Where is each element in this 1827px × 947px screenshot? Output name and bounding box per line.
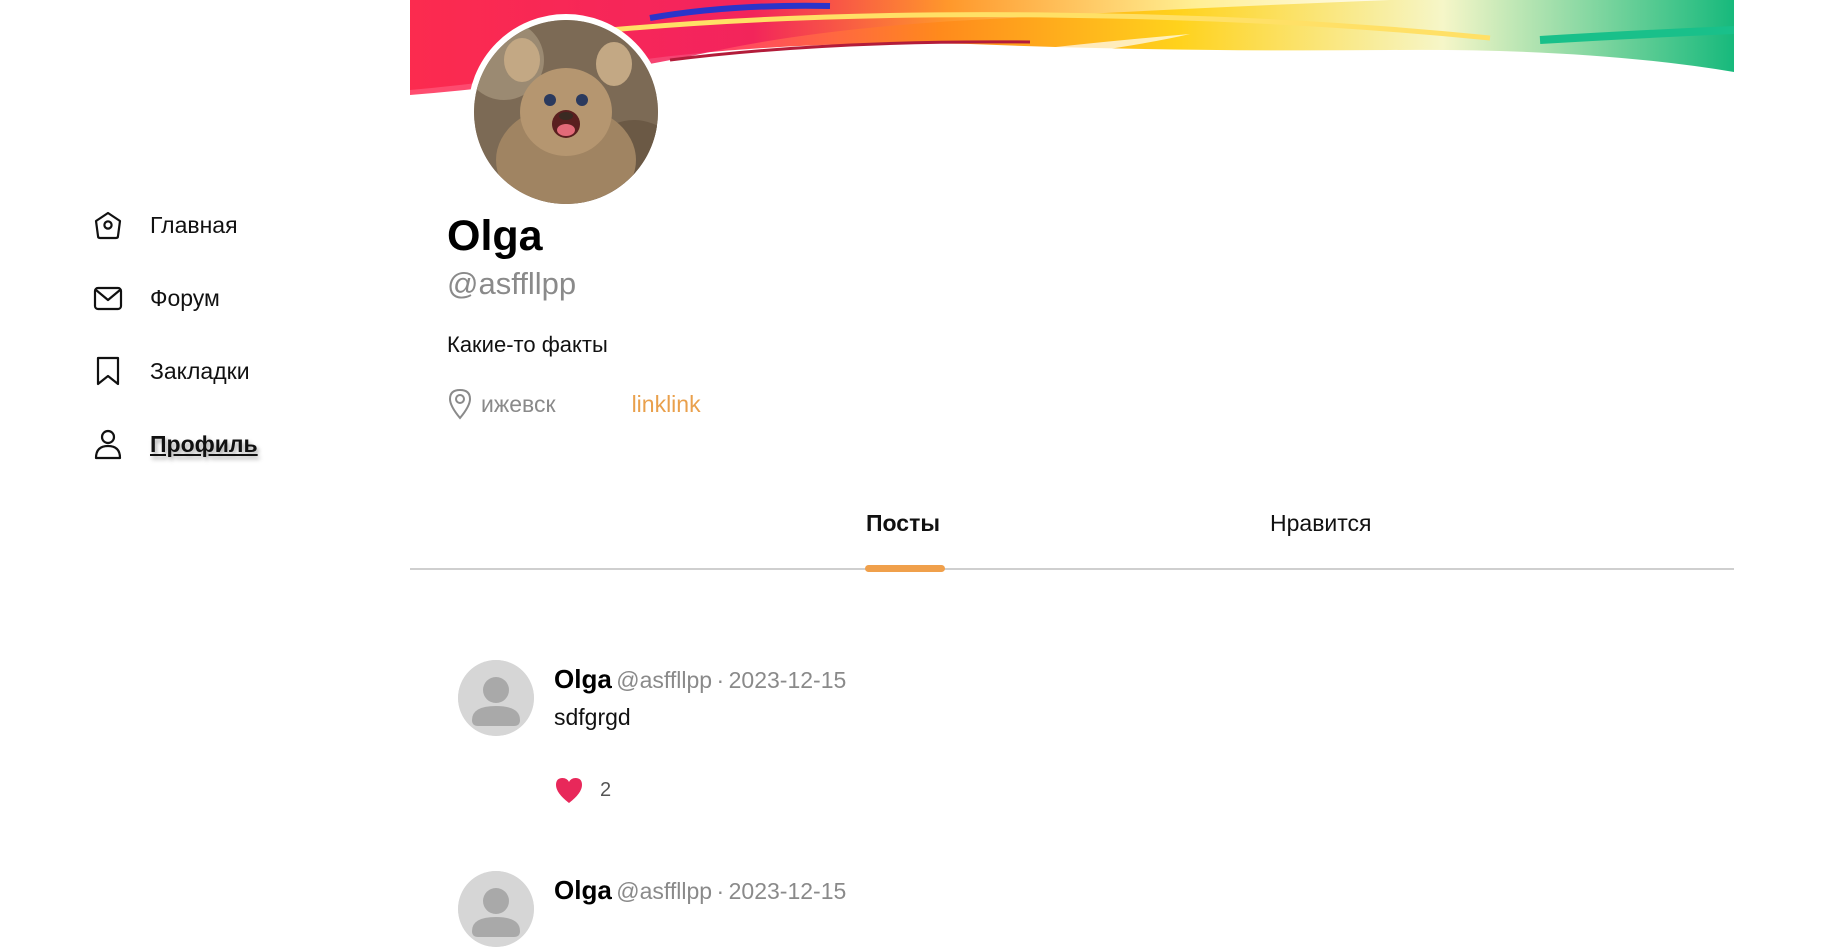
- bookmark-icon: [92, 355, 124, 387]
- sidebar-item-label: Форум: [150, 284, 220, 311]
- user-icon: [92, 428, 124, 460]
- profile-website-link[interactable]: linklink: [632, 391, 701, 418]
- post-date: 2023-12-15: [728, 667, 847, 693]
- profile-handle: @asffllpp: [447, 266, 577, 301]
- mail-icon: [92, 282, 124, 314]
- tab-posts[interactable]: Посты: [866, 510, 940, 537]
- post-likes: 2: [554, 776, 611, 804]
- post-author-handle: @asffllpp: [616, 878, 713, 904]
- sidebar-item-label: Профиль: [150, 430, 258, 457]
- post-author-avatar[interactable]: [458, 871, 534, 947]
- profile-tabs: Посты Нравится: [410, 490, 1734, 572]
- profile-name: Olga: [447, 212, 543, 260]
- sidebar-item-home[interactable]: Главная: [92, 200, 352, 250]
- home-icon: [92, 209, 124, 241]
- post-author-avatar[interactable]: [458, 660, 534, 736]
- sidebar-item-label: Закладки: [150, 357, 250, 384]
- post-header: Olga @asffllpp · 2023-12-15: [554, 664, 846, 695]
- location-pin-icon: [448, 388, 472, 420]
- sidebar-item-profile[interactable]: Профиль: [92, 419, 352, 469]
- post-date: 2023-12-15: [728, 878, 847, 904]
- profile-avatar: [468, 14, 664, 210]
- sidebar-nav: Главная Форум Закладки Профиль: [92, 200, 352, 492]
- like-count: 2: [600, 778, 612, 801]
- post-author-name[interactable]: Olga: [554, 664, 612, 694]
- post-separator: ·: [716, 878, 725, 904]
- post-header: Olga @asffllpp · 2023-12-15: [554, 875, 846, 906]
- profile-meta: ижевск linklink: [447, 388, 701, 420]
- sidebar-item-label: Главная: [150, 211, 238, 238]
- tab-likes[interactable]: Нравится: [1270, 510, 1372, 537]
- post-text: sdfgrgd: [554, 704, 631, 730]
- sidebar-item-bookmarks[interactable]: Закладки: [92, 346, 352, 396]
- profile-location: ижевск: [481, 390, 556, 417]
- post-author-handle: @asffllpp: [616, 667, 713, 693]
- active-tab-indicator: [865, 565, 945, 572]
- sidebar-item-forum[interactable]: Форум: [92, 273, 352, 323]
- profile-main: Olga @asffllpp Какие-то факты ижевск lin…: [410, 0, 1734, 947]
- heart-icon[interactable]: [554, 776, 584, 804]
- post-separator: ·: [716, 667, 725, 693]
- profile-bio: Какие-то факты: [447, 332, 608, 357]
- post-author-name[interactable]: Olga: [554, 875, 612, 905]
